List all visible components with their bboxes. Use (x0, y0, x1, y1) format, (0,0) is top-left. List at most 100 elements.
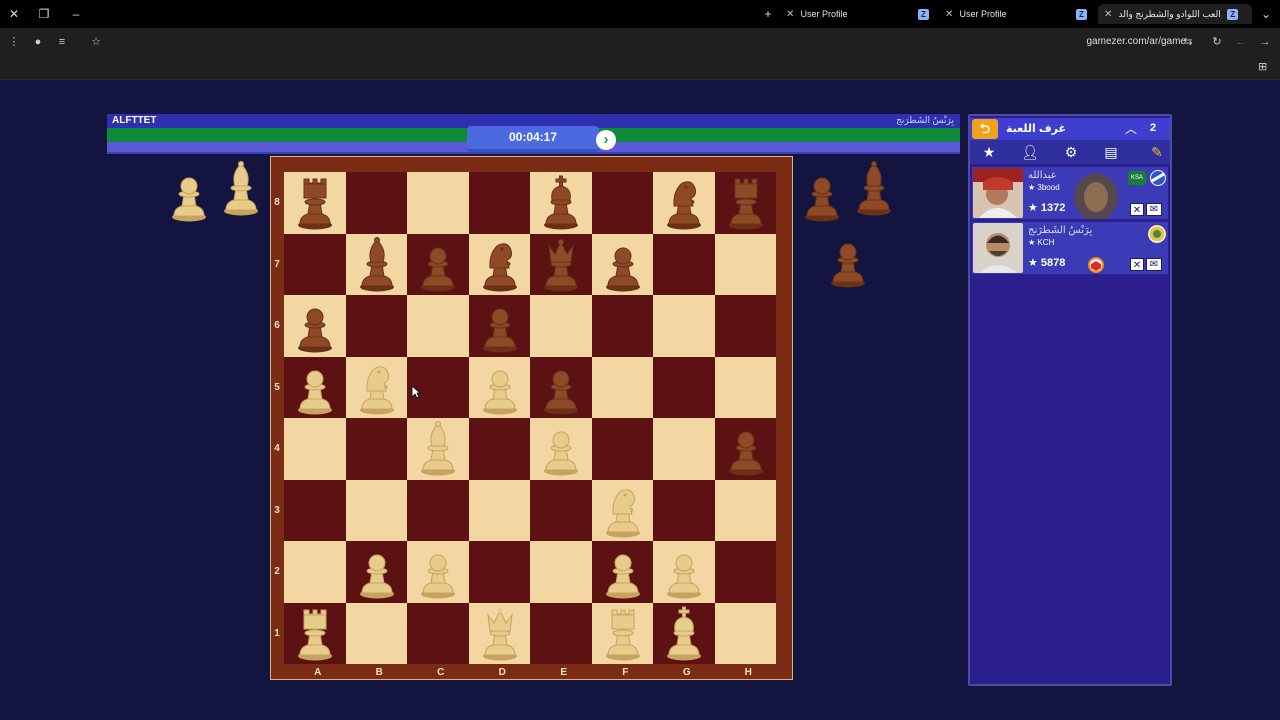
square-a3[interactable] (284, 479, 346, 541)
tab-close-icon[interactable]: ✕ (945, 5, 957, 24)
tab-favicon-1[interactable]: Z (918, 4, 936, 24)
square-d3[interactable] (468, 479, 530, 541)
square-e1[interactable] (530, 602, 592, 664)
square-h3[interactable] (714, 479, 776, 541)
white-pawn-icon[interactable] (352, 543, 402, 599)
star-icon[interactable]: ★ (978, 142, 1000, 162)
kick-button[interactable]: ✕ (1130, 258, 1144, 271)
list-icon[interactable]: ▤ (1100, 142, 1122, 162)
close-window-icon[interactable]: ✕ (6, 6, 22, 22)
square-e3[interactable] (530, 479, 592, 541)
tab-close-icon[interactable]: ✕ (1104, 5, 1116, 24)
gear-icon[interactable]: ⚙ (1060, 142, 1082, 162)
square-b6[interactable] (345, 295, 407, 357)
square-g4[interactable] (653, 418, 715, 480)
square-h6[interactable] (714, 295, 776, 357)
tab-list-chevron-icon[interactable]: ⌄ (1258, 6, 1274, 22)
white-pawn-icon[interactable] (413, 543, 463, 599)
square-h2[interactable] (714, 541, 776, 603)
black-knight-icon[interactable] (659, 174, 709, 230)
white-queen-icon[interactable] (475, 605, 525, 661)
square-d8[interactable] (468, 172, 530, 234)
profile-icon[interactable]: ● (30, 34, 46, 50)
square-b4[interactable] (345, 418, 407, 480)
square-b3[interactable] (345, 479, 407, 541)
square-d2[interactable] (468, 541, 530, 603)
square-a2[interactable] (284, 541, 346, 603)
square-f6[interactable] (591, 295, 653, 357)
chevron-up-icon[interactable]: ︿ (1122, 120, 1140, 138)
room-player-card[interactable]: بِرَنْسُ الشَطرَنج ★ KCH ★ 5878 ✕ ✉ (972, 222, 1168, 274)
forward-icon[interactable]: → (1257, 34, 1273, 50)
white-bishop-icon[interactable] (413, 420, 463, 476)
square-a7[interactable] (284, 233, 346, 295)
user-icon[interactable]: 👤︎ (1019, 142, 1041, 162)
black-knight-icon[interactable] (475, 236, 525, 292)
white-pawn-icon[interactable] (475, 359, 525, 415)
kick-button[interactable]: ✕ (1130, 203, 1144, 216)
black-queen-icon[interactable] (536, 236, 586, 292)
white-rook-icon[interactable] (290, 605, 340, 661)
room-player-card[interactable]: عبدالله ★ 3bood ★ 1372 KSA ✕ ✉ (972, 167, 1168, 219)
white-rook-icon[interactable] (598, 605, 648, 661)
black-pawn-icon[interactable] (475, 297, 525, 353)
square-e6[interactable] (530, 295, 592, 357)
tab-user-profile-2[interactable]: ✕ User Profile (945, 4, 1065, 24)
square-b1[interactable] (345, 602, 407, 664)
black-pawn-icon[interactable] (721, 420, 771, 476)
square-f5[interactable] (591, 356, 653, 418)
menu-icon[interactable]: ⋮ (6, 34, 22, 50)
mail-icon[interactable]: ✉ (1146, 203, 1162, 216)
black-pawn-icon[interactable] (536, 359, 586, 415)
square-e2[interactable] (530, 541, 592, 603)
white-knight-icon[interactable] (352, 359, 402, 415)
arrow-back-icon[interactable]: ⮌ (972, 119, 998, 139)
black-rook-icon[interactable] (290, 174, 340, 230)
mail-icon[interactable]: ✉ (1146, 258, 1162, 271)
white-pawn-icon[interactable] (290, 359, 340, 415)
translate-icon[interactable]: ⇆ (1180, 34, 1196, 50)
new-tab-icon[interactable]: + (760, 6, 776, 22)
square-g3[interactable] (653, 479, 715, 541)
apps-grid-icon[interactable]: ⊞ (1258, 60, 1272, 74)
square-c1[interactable] (407, 602, 469, 664)
back-icon[interactable]: ← (1233, 34, 1249, 50)
black-pawn-icon[interactable] (413, 236, 463, 292)
square-f4[interactable] (591, 418, 653, 480)
url-field[interactable]: gamezer.com/ar/game (1087, 36, 1187, 47)
white-pawn-icon[interactable] (598, 543, 648, 599)
white-pawn-icon[interactable] (536, 420, 586, 476)
square-h7[interactable] (714, 233, 776, 295)
square-h5[interactable] (714, 356, 776, 418)
square-b8[interactable] (345, 172, 407, 234)
edit-icon[interactable]: ✎ (1146, 142, 1168, 162)
reading-list-icon[interactable]: ≡ (54, 34, 70, 50)
minimize-window-icon[interactable]: – (68, 6, 84, 22)
black-king-icon[interactable] (536, 174, 586, 230)
white-king-icon[interactable] (659, 605, 709, 661)
square-g5[interactable] (653, 356, 715, 418)
white-knight-icon[interactable] (598, 482, 648, 538)
white-pawn-icon[interactable] (659, 543, 709, 599)
black-pawn-icon[interactable] (598, 236, 648, 292)
tab-close-icon[interactable]: ✕ (786, 5, 798, 24)
square-h1[interactable] (714, 602, 776, 664)
captured-black-bishop-icon (849, 160, 899, 216)
black-bishop-icon[interactable] (352, 236, 402, 292)
tab-user-profile-1[interactable]: ✕ User Profile (786, 4, 906, 24)
black-pawn-icon[interactable] (290, 297, 340, 353)
square-c8[interactable] (407, 172, 469, 234)
bookmark-star-icon[interactable]: ☆ (88, 34, 104, 50)
tab-favicon-2[interactable]: Z (1076, 4, 1094, 24)
black-rook-icon[interactable] (721, 174, 771, 230)
square-g7[interactable] (653, 233, 715, 295)
square-d4[interactable] (468, 418, 530, 480)
reload-icon[interactable]: ↻ (1209, 34, 1225, 50)
square-a4[interactable] (284, 418, 346, 480)
square-g6[interactable] (653, 295, 715, 357)
square-c3[interactable] (407, 479, 469, 541)
restore-window-icon[interactable]: ❐ (36, 6, 52, 22)
square-c6[interactable] (407, 295, 469, 357)
tab-gamezer-active[interactable]: ✕ العب اللوادو والشطرنج والد Z (1098, 4, 1252, 24)
square-f8[interactable] (591, 172, 653, 234)
